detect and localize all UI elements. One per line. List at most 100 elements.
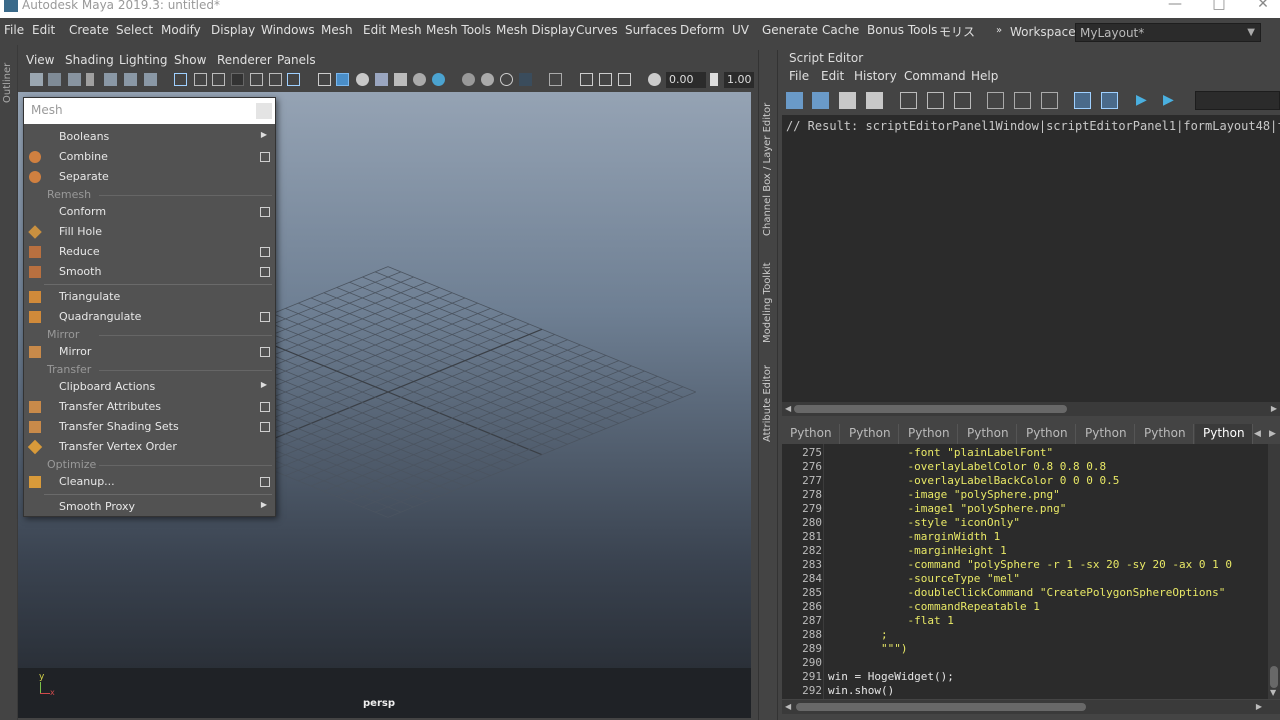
menu-item-cleanup[interactable]: Cleanup... xyxy=(24,472,275,492)
depth-of-field-icon[interactable] xyxy=(500,73,513,86)
menu-item-separate[interactable]: Separate xyxy=(24,167,275,187)
code-horizontal-scrollbar[interactable]: ◀ ▶ xyxy=(782,700,1280,714)
scrollbar-thumb[interactable] xyxy=(1270,666,1278,688)
field-chart-icon[interactable] xyxy=(250,73,263,86)
se-menu-edit[interactable]: Edit xyxy=(821,69,844,83)
tab-python[interactable]: Python xyxy=(782,424,840,444)
menu-mesh[interactable]: Mesh xyxy=(321,23,353,37)
gamma-field[interactable]: 1.00 xyxy=(724,72,754,88)
menu-cache[interactable]: Cache xyxy=(822,23,859,37)
menu-item-transfer-shading-sets[interactable]: Transfer Shading Sets xyxy=(24,417,275,437)
menu-windows[interactable]: Windows xyxy=(261,23,315,37)
xray-joints-icon[interactable] xyxy=(580,73,593,86)
option-box-icon[interactable] xyxy=(260,477,270,487)
menu-display[interactable]: Display xyxy=(211,23,255,37)
vp-menu-panels[interactable]: Panels xyxy=(277,53,316,67)
se-menu-help[interactable]: Help xyxy=(971,69,998,83)
menu-curves[interactable]: Curves xyxy=(576,23,618,37)
tab-python[interactable]: Python xyxy=(900,424,958,444)
menu-item-triangulate[interactable]: Triangulate xyxy=(24,287,275,307)
execute-all-icon[interactable]: ▶ xyxy=(1136,92,1153,109)
option-box-icon[interactable] xyxy=(260,402,270,412)
line-numbers-icon[interactable] xyxy=(1101,92,1118,109)
execute-icon[interactable]: ▶ xyxy=(1163,92,1180,109)
clear-all-icon[interactable] xyxy=(954,92,971,109)
menu-modify[interactable]: Modify xyxy=(161,23,201,37)
isolate-select-icon[interactable] xyxy=(519,73,532,86)
scroll-right-icon[interactable]: ▶ xyxy=(1256,702,1262,711)
menu-create[interactable]: Create xyxy=(69,23,109,37)
option-box-icon[interactable] xyxy=(260,312,270,322)
tab-modeling-toolkit[interactable]: Modeling Toolkit xyxy=(762,262,773,343)
menu-select[interactable]: Select xyxy=(116,23,153,37)
exposure-icon[interactable] xyxy=(648,73,661,86)
se-menu-file[interactable]: File xyxy=(789,69,809,83)
option-box-icon[interactable] xyxy=(260,152,270,162)
resolution-gate-icon[interactable] xyxy=(212,73,225,86)
show-input-icon[interactable] xyxy=(1014,92,1031,109)
show-history-icon[interactable] xyxy=(987,92,1004,109)
option-box-icon[interactable] xyxy=(260,422,270,432)
camera-select-icon[interactable] xyxy=(30,73,43,86)
mesh-menu-header[interactable]: Mesh xyxy=(24,98,275,124)
menu-file[interactable]: File xyxy=(4,23,24,37)
camera-attributes-icon[interactable] xyxy=(48,73,61,86)
script-search-field[interactable] xyxy=(1195,91,1280,110)
menu-custom[interactable]: モリス xyxy=(939,23,975,40)
close-icon[interactable]: ✕ xyxy=(1248,0,1278,12)
script-history-pane[interactable]: // Result: scriptEditorPanel1Window|scri… xyxy=(782,115,1280,402)
tab-channel-box[interactable]: Channel Box / Layer Editor xyxy=(762,103,773,236)
exposure-field[interactable]: 0.00 xyxy=(666,72,706,88)
scrollbar-thumb[interactable] xyxy=(794,405,1067,413)
image-plane-icon[interactable] xyxy=(86,73,94,86)
menu-item-conform[interactable]: Conform xyxy=(24,202,275,222)
vp-menu-view[interactable]: View xyxy=(26,53,54,67)
maximize-icon[interactable]: □ xyxy=(1204,0,1234,12)
script-input-pane[interactable]: 275 276 277 278 279 280 281 282 283 284 285 286 287 2… xyxy=(782,444,1268,699)
menu-item-smooth[interactable]: Smooth xyxy=(24,262,275,282)
anti-aliasing-icon[interactable] xyxy=(481,73,494,86)
option-box-icon[interactable] xyxy=(260,207,270,217)
film-gate-icon[interactable] xyxy=(194,73,207,86)
scrollbar-thumb[interactable] xyxy=(796,703,1086,711)
vp-menu-show[interactable]: Show xyxy=(174,53,206,67)
scroll-right-icon[interactable]: ▶ xyxy=(1271,404,1277,413)
backface-icon[interactable] xyxy=(618,73,631,86)
safe-action-icon[interactable] xyxy=(269,73,282,86)
xray-components-icon[interactable] xyxy=(599,73,612,86)
bookmark-icon[interactable] xyxy=(68,73,81,86)
option-box-icon[interactable] xyxy=(260,267,270,277)
outliner-strip[interactable]: Outliner xyxy=(0,45,18,720)
safe-title-icon[interactable] xyxy=(287,73,300,86)
wireframe-icon[interactable] xyxy=(318,73,331,86)
menu-deform[interactable]: Deform xyxy=(680,23,725,37)
pane-splitter[interactable] xyxy=(782,416,1280,423)
menu-item-quadrangulate[interactable]: Quadrangulate xyxy=(24,307,275,327)
menu-item-fill-hole[interactable]: Fill Hole xyxy=(24,222,275,242)
se-menu-command[interactable]: Command xyxy=(904,69,966,83)
source-script-icon[interactable] xyxy=(812,92,829,109)
xray-icon[interactable] xyxy=(549,73,562,86)
menu-item-combine[interactable]: Combine xyxy=(24,147,275,167)
show-both-icon[interactable] xyxy=(1041,92,1058,109)
menu-uv[interactable]: UV xyxy=(732,23,749,37)
menu-generate[interactable]: Generate xyxy=(762,23,818,37)
motion-blur-icon[interactable] xyxy=(462,73,475,86)
open-script-icon[interactable] xyxy=(786,92,803,109)
menu-item-reduce[interactable]: Reduce xyxy=(24,242,275,262)
menu-edit-mesh[interactable]: Edit Mesh xyxy=(363,23,422,37)
smooth-shade-icon[interactable] xyxy=(336,73,349,86)
tab-python[interactable]: Python xyxy=(841,424,899,444)
scroll-left-icon[interactable]: ◀ xyxy=(785,404,791,413)
save-script-icon[interactable] xyxy=(839,92,856,109)
scroll-left-icon[interactable]: ◀ xyxy=(785,702,791,711)
tab-python-active[interactable]: Python xyxy=(1195,424,1253,444)
option-box-icon[interactable] xyxy=(260,347,270,357)
menu-mesh-tools[interactable]: Mesh Tools xyxy=(426,23,491,37)
shadows-icon[interactable] xyxy=(413,73,426,86)
history-horizontal-scrollbar[interactable]: ◀ ▶ xyxy=(782,402,1280,416)
save-to-shelf-icon[interactable] xyxy=(866,92,883,109)
minimize-icon[interactable]: — xyxy=(1160,0,1190,12)
grease-pencil-icon[interactable] xyxy=(144,73,157,86)
vp-menu-lighting[interactable]: Lighting xyxy=(119,53,168,67)
